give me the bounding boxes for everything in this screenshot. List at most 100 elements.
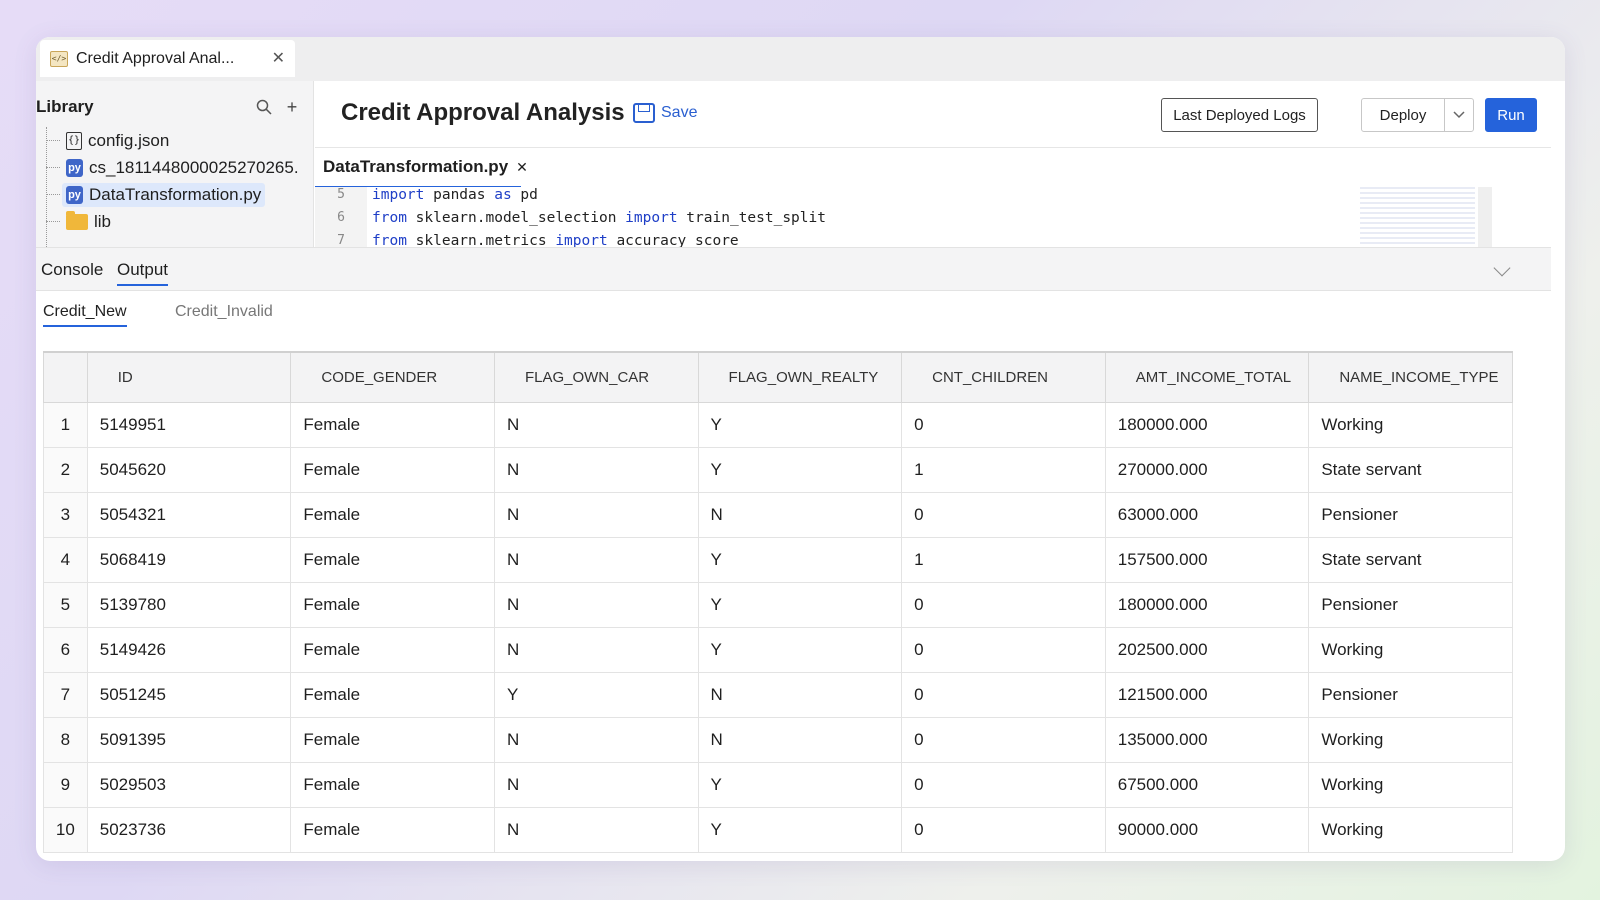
table-cell: Working [1308, 761, 1513, 808]
page-title: Credit Approval Analysis [341, 99, 625, 126]
table-cell: Female [290, 581, 495, 628]
add-icon[interactable]: + [278, 93, 306, 121]
code-token: from [372, 209, 407, 226]
row-number: 9 [43, 761, 88, 808]
table-cell: Y [697, 446, 903, 493]
column-header[interactable]: CODE_GENDER [290, 351, 495, 403]
row-number: 10 [43, 806, 88, 853]
table-cell: 1 [901, 536, 1106, 583]
close-icon[interactable]: ✕ [516, 159, 528, 176]
table-cell: 180000.000 [1104, 581, 1310, 628]
table-cell: Female [290, 626, 495, 673]
table-cell: 5091395 [86, 716, 292, 763]
column-header[interactable]: FLAG_OWN_CAR [493, 351, 699, 403]
tab-console[interactable]: Console [41, 260, 103, 284]
table-cell: Female [290, 536, 495, 583]
editor-scrollbar[interactable] [1478, 187, 1492, 247]
tree-item[interactable]: {} config.json [36, 127, 314, 154]
table-cell: Pensioner [1308, 581, 1513, 628]
table-cell: 180000.000 [1104, 401, 1310, 448]
tree-item[interactable]: py DataTransformation.py [36, 181, 314, 208]
page-header: Credit Approval Analysis Save Last Deplo… [315, 81, 1565, 147]
table-cell: Female [290, 761, 495, 808]
python-file-icon: py [66, 185, 83, 204]
table-cell: Y [493, 671, 699, 718]
table-cell: Y [697, 581, 903, 628]
search-icon[interactable] [250, 93, 278, 121]
table-cell: Female [290, 491, 495, 538]
row-number: 1 [43, 401, 88, 448]
table-cell: 0 [901, 401, 1106, 448]
column-header[interactable]: AMT_INCOME_TOTAL [1104, 351, 1310, 403]
table-cell: 5068419 [86, 536, 292, 583]
tab-credit-invalid[interactable]: Credit_Invalid [175, 303, 273, 325]
tab-output[interactable]: Output [117, 260, 169, 286]
table-cell: Female [290, 671, 495, 718]
tab-credit-new[interactable]: Credit_New [43, 303, 127, 327]
column-header[interactable]: NAME_INCOME_TYPE [1308, 351, 1513, 403]
table-cell: Female [290, 446, 495, 493]
table-row: 8 5091395 Female N N 0 135000.000 Working [43, 716, 1513, 763]
column-header[interactable]: FLAG_OWN_REALTY [697, 351, 903, 403]
table-cell: Pensioner [1308, 671, 1513, 718]
table-cell: Working [1308, 626, 1513, 673]
table-row: 7 5051245 Female Y N 0 121500.000 Pensioner [43, 671, 1513, 718]
tree-item[interactable]: lib [36, 208, 314, 235]
save-button[interactable]: Save [633, 103, 697, 123]
table-cell: 67500.000 [1104, 761, 1310, 808]
close-icon[interactable]: ✕ [272, 50, 285, 67]
table-cell: Female [290, 401, 495, 448]
table-cell: 0 [901, 581, 1106, 628]
tree-item-label: config.json [88, 130, 170, 150]
table-row: 10 5023736 Female N Y 0 90000.000 Working [43, 806, 1513, 853]
table-cell: Y [697, 626, 903, 673]
code-token: from [372, 232, 407, 248]
code-minimap[interactable] [1360, 187, 1475, 247]
tree-item-label: DataTransformation.py [89, 184, 262, 204]
editor-tab[interactable]: DataTransformation.py ✕ [315, 148, 528, 188]
code-editor[interactable]: 5 import pandas as pd 6 from sklearn.model_… [315, 187, 1551, 247]
column-header[interactable]: ID [86, 351, 292, 403]
code-token: import [555, 232, 608, 248]
code-file-icon: </> [50, 50, 68, 67]
row-number: 4 [43, 536, 88, 583]
table-cell: 5045620 [86, 446, 292, 493]
line-number: 6 [337, 210, 345, 225]
table-cell: 0 [901, 716, 1106, 763]
tree-item-label: cs_1811448000025270265. [89, 157, 299, 177]
table-cell: State servant [1308, 446, 1513, 493]
last-deployed-logs-button[interactable]: Last Deployed Logs [1161, 98, 1318, 132]
table-row: 5 5139780 Female N Y 0 180000.000 Pensioner [43, 581, 1513, 628]
deploy-button[interactable]: Deploy [1361, 98, 1445, 132]
table-cell: 135000.000 [1104, 716, 1310, 763]
table-cell: 5139780 [86, 581, 292, 628]
table-cell: 5023736 [86, 806, 292, 853]
table-cell: 202500.000 [1104, 626, 1310, 673]
table-cell: N [697, 716, 903, 763]
table-cell: N [493, 806, 699, 853]
chevron-down-icon[interactable] [1493, 259, 1511, 277]
code-token: as [494, 187, 512, 203]
code-token: sklearn.metrics [406, 232, 556, 248]
code-token: train_test_split [677, 209, 826, 226]
tree-item[interactable]: py cs_1811448000025270265. [36, 154, 314, 181]
window-tab[interactable]: </> Credit Approval Anal... ✕ [40, 40, 295, 77]
table-cell: N [493, 761, 699, 808]
table-cell: Female [290, 716, 495, 763]
column-header[interactable]: CNT_CHILDREN [901, 351, 1106, 403]
file-tree: {} config.json py cs_1811448000025270265. py… [36, 127, 314, 255]
code-token: accuracy_score [607, 232, 739, 248]
deploy-dropdown-button[interactable] [1444, 98, 1474, 132]
row-number: 8 [43, 716, 88, 763]
line-number: 7 [337, 233, 345, 247]
code-token: sklearn.model_selection [406, 209, 626, 226]
table-cell: 5029503 [86, 761, 292, 808]
run-button[interactable]: Run [1485, 98, 1537, 132]
table-cell: State servant [1308, 536, 1513, 583]
table-cell: N [493, 446, 699, 493]
table-cell: 0 [901, 491, 1106, 538]
table-cell: 63000.000 [1104, 491, 1310, 538]
table-cell: Working [1308, 806, 1513, 853]
table-cell: 0 [901, 806, 1106, 853]
library-title: Library [36, 97, 94, 116]
